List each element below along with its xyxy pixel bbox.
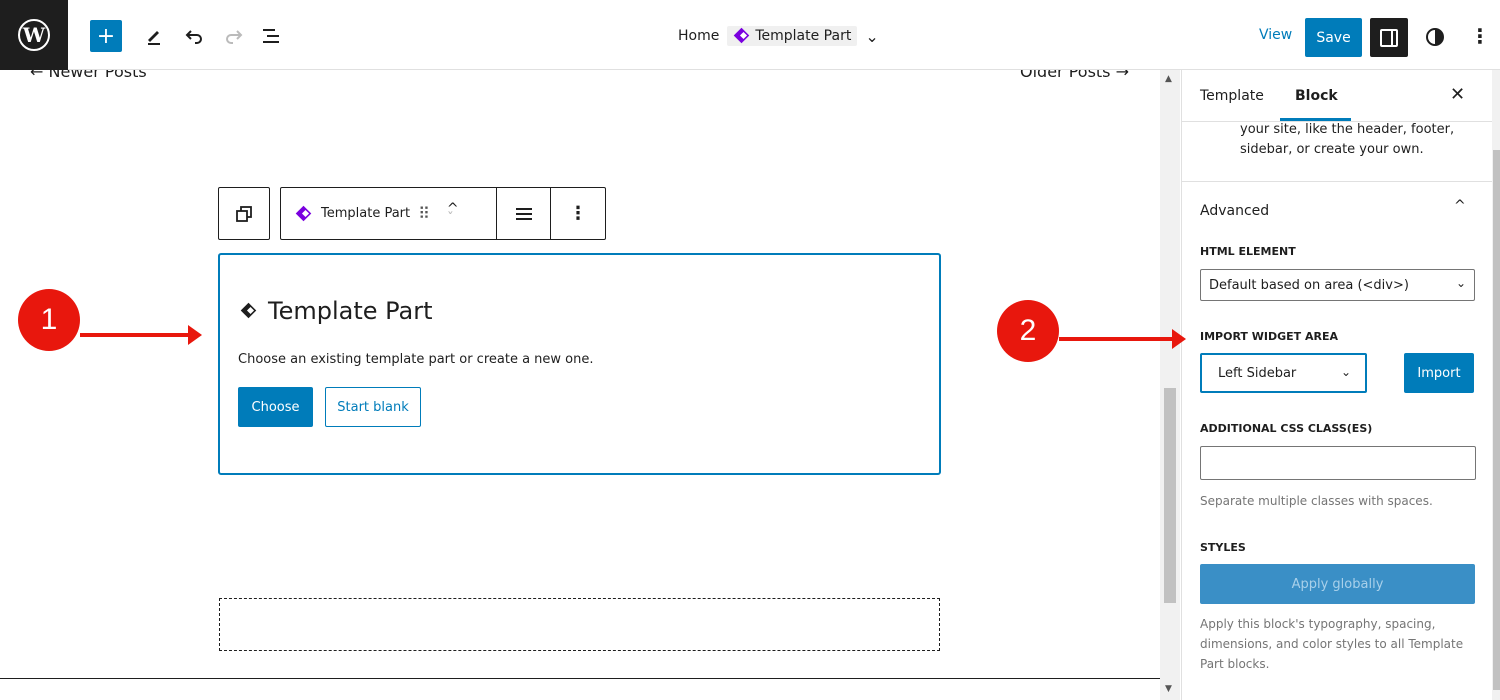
styles-contrast-icon[interactable] (1426, 28, 1444, 46)
chevron-down-icon: ⌄ (1455, 276, 1466, 290)
import-button[interactable]: Import (1404, 353, 1474, 393)
scroll-up-arrow-icon[interactable]: ▲ (1165, 74, 1172, 84)
choose-button[interactable]: Choose (238, 387, 313, 427)
move-down-icon[interactable]: ˇ (447, 212, 459, 226)
block-parent-selector[interactable] (218, 187, 270, 240)
save-button[interactable]: Save (1305, 18, 1362, 57)
settings-sidebar: Template Block ✕ your site, like the hea… (1181, 70, 1500, 700)
transform-icon (236, 205, 252, 222)
settings-toggle-button[interactable] (1370, 18, 1408, 57)
canvas-scrollbar[interactable]: ▲ ▼ (1160, 70, 1180, 700)
list-view-button[interactable] (258, 22, 286, 50)
chevron-down-icon[interactable]: ⌄ (865, 27, 878, 46)
placeholder-instructions: Choose an existing template part or crea… (238, 352, 594, 367)
align-icon (515, 207, 532, 220)
undo-button[interactable] (180, 22, 208, 50)
redo-button[interactable] (220, 22, 248, 50)
block-switcher[interactable]: Template Part ⠿ ^ ˇ (281, 188, 497, 239)
additional-css-input[interactable] (1200, 446, 1476, 480)
divider (1182, 181, 1492, 182)
wordpress-logo-button[interactable]: W (0, 0, 68, 70)
template-part-placeholder[interactable]: Template Part Choose an existing templat… (218, 253, 941, 475)
annotation-arrow-1 (80, 325, 202, 345)
tools-button[interactable] (140, 22, 168, 50)
block-options-button[interactable]: ⋮ (551, 188, 605, 239)
newer-posts-link[interactable]: ← Newer Posts (30, 70, 147, 81)
annotation-marker-1: 1 (18, 289, 80, 351)
block-description: your site, like the header, footer, side… (1240, 122, 1455, 157)
html-element-label: HTML ELEMENT (1200, 245, 1296, 258)
close-icon[interactable]: ✕ (1450, 84, 1465, 105)
placeholder-title: Template Part (238, 297, 433, 325)
start-blank-button[interactable]: Start blank (325, 387, 421, 427)
empty-block-area[interactable] (219, 598, 940, 651)
placeholder-title-label: Template Part (268, 297, 433, 325)
template-part-icon (731, 28, 751, 44)
tab-template[interactable]: Template (1200, 88, 1264, 104)
sidebar-tabs: Template Block ✕ (1182, 70, 1492, 122)
block-type-label: Template Part (321, 206, 411, 221)
sidebar-scrollbar[interactable] (1492, 70, 1500, 700)
drag-handle-icon[interactable]: ⠿ (418, 204, 430, 223)
chevron-up-icon[interactable]: ^ (1454, 198, 1466, 214)
annotation-arrow-2 (1059, 329, 1186, 349)
pencil-icon (148, 31, 160, 45)
import-widget-area-value: Left Sidebar (1218, 365, 1297, 381)
apply-globally-help: Apply this block's typography, spacing, … (1200, 617, 1464, 671)
options-menu-icon[interactable]: ⋮ (1470, 24, 1490, 48)
html-element-select[interactable]: Default based on area (<div>) ⌄ (1200, 269, 1475, 301)
styles-label: STYLES (1200, 541, 1246, 554)
template-part-icon (293, 206, 313, 222)
import-widget-area-label: IMPORT WIDGET AREA (1200, 330, 1339, 343)
footer-block-edge (0, 678, 1160, 700)
breadcrumb-home[interactable]: Home (678, 28, 719, 44)
block-mover[interactable]: ^ ˇ (447, 202, 459, 226)
sidebar-icon (1380, 28, 1398, 47)
css-help-text: Separate multiple classes with spaces. (1200, 494, 1433, 508)
import-widget-area-select[interactable]: Left Sidebar ⌄ (1200, 353, 1367, 393)
add-block-button[interactable]: + (90, 20, 122, 52)
redo-icon (226, 30, 243, 44)
template-part-icon (238, 303, 258, 319)
editor-canvas[interactable]: ← Newer Posts Older Posts → Template Par… (0, 70, 1160, 700)
breadcrumb-current-label: Template Part (755, 28, 852, 44)
advanced-panel-title[interactable]: Advanced (1200, 203, 1269, 219)
sidebar-scrollbar-thumb[interactable] (1493, 150, 1500, 690)
tab-block[interactable]: Block (1295, 88, 1338, 104)
wordpress-logo-icon: W (18, 19, 50, 51)
older-posts-link[interactable]: Older Posts → (1020, 70, 1129, 81)
view-button[interactable]: View (1259, 27, 1292, 43)
document-breadcrumb[interactable]: Home Template Part ⌄ (678, 24, 879, 48)
breadcrumb-current[interactable]: Template Part (727, 26, 858, 46)
scrollbar-thumb[interactable] (1164, 388, 1176, 603)
align-button[interactable] (497, 188, 551, 239)
scroll-down-arrow-icon[interactable]: ▼ (1165, 684, 1172, 694)
editor-header: W + Home Template Part ⌄ View Save ⋮ (0, 0, 1500, 70)
undo-icon (185, 30, 202, 44)
block-toolbar: Template Part ⠿ ^ ˇ ⋮ (280, 187, 606, 240)
html-element-value: Default based on area (<div>) (1209, 277, 1409, 293)
apply-globally-button[interactable]: Apply globally (1200, 564, 1475, 604)
list-view-icon (263, 29, 279, 43)
annotation-marker-2: 2 (997, 300, 1059, 362)
additional-css-label: ADDITIONAL CSS CLASS(ES) (1200, 422, 1373, 435)
chevron-down-icon: ⌄ (1340, 365, 1351, 379)
